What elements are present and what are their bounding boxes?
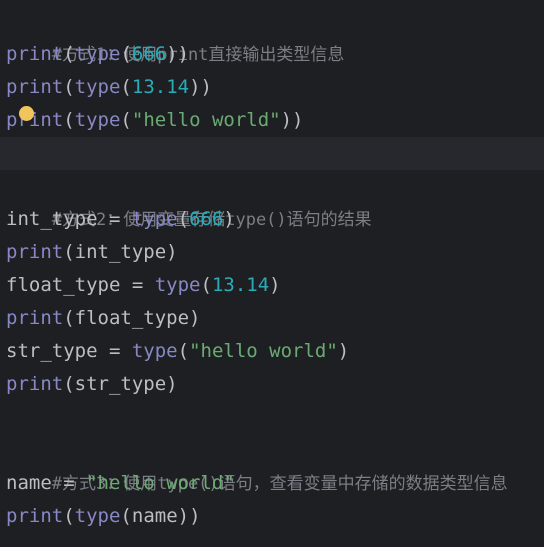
- open-paren: (: [120, 109, 132, 131]
- code-line-5-current[interactable]: [0, 137, 544, 170]
- close-paren: ): [189, 307, 201, 329]
- number-literal: 666: [189, 208, 224, 230]
- open-paren: (: [63, 43, 75, 65]
- open-paren: (: [177, 340, 190, 362]
- code-line-12[interactable]: print(str_type): [0, 368, 544, 401]
- code-line-11[interactable]: str_type = type("hello world"): [0, 335, 544, 368]
- open-paren: (: [63, 373, 75, 395]
- argument-name: name: [131, 505, 178, 527]
- string-literal: "hello world": [189, 340, 338, 362]
- open-paren: (: [63, 505, 75, 527]
- open-paren: (: [120, 43, 132, 65]
- open-paren: (: [63, 241, 75, 263]
- type-call: type: [74, 76, 121, 98]
- close-paren: ): [269, 274, 281, 296]
- variable-name: int_type: [6, 208, 98, 230]
- number-literal: 13.14: [131, 76, 190, 98]
- assign-operator: =: [97, 340, 132, 362]
- code-line-7[interactable]: int_type = type(666): [0, 203, 544, 236]
- assign-operator: =: [120, 274, 155, 296]
- type-call: type: [131, 208, 178, 230]
- code-line-4[interactable]: print(type("hello world")): [0, 104, 544, 137]
- close-paren: )): [166, 43, 190, 65]
- open-paren: (: [177, 208, 190, 230]
- code-line-13[interactable]: [0, 401, 544, 434]
- code-line-9[interactable]: float_type = type(13.14): [0, 269, 544, 302]
- code-line-8[interactable]: print(int_type): [0, 236, 544, 269]
- variable-name: float_type: [6, 274, 121, 296]
- code-line-15[interactable]: name = "hello world": [0, 467, 544, 500]
- open-paren: (: [120, 505, 132, 527]
- code-line-14[interactable]: #方式3：使用type()语句，查看变量中存储的数据类型信息: [0, 434, 544, 494]
- string-literal: "hello world": [131, 109, 281, 131]
- open-paren: (: [63, 76, 75, 98]
- variable-name: str_type: [6, 340, 98, 362]
- close-paren: ): [166, 373, 178, 395]
- open-paren: (: [63, 307, 75, 329]
- close-paren: ): [166, 241, 178, 263]
- argument-name: int_type: [74, 241, 167, 263]
- code-line-3[interactable]: print(type(13.14)): [0, 71, 544, 104]
- type-call: type: [131, 340, 178, 362]
- close-paren: )): [177, 505, 201, 527]
- code-line-1[interactable]: #方式1：使用print直接输出类型信息: [0, 5, 544, 65]
- open-paren: (: [63, 109, 75, 131]
- print-call: print: [6, 109, 64, 131]
- code-line-2[interactable]: print(type(666)): [0, 38, 544, 71]
- type-call: type: [74, 505, 121, 527]
- open-paren: (: [120, 76, 132, 98]
- print-call: print: [6, 76, 64, 98]
- number-literal: 13.14: [211, 274, 270, 296]
- print-call: print: [6, 373, 64, 395]
- close-paren: ): [223, 208, 235, 230]
- lightbulb-icon[interactable]: [19, 106, 34, 121]
- string-literal: "hello world": [86, 472, 235, 494]
- code-line-6[interactable]: #方式2：使用变量存储type()语句的结果: [0, 170, 544, 230]
- code-line-16[interactable]: print(type(name)): [0, 500, 544, 533]
- print-call: print: [6, 241, 64, 263]
- close-paren: )): [189, 76, 212, 98]
- variable-name: name: [6, 472, 52, 494]
- code-editor[interactable]: #方式1：使用print直接输出类型信息 print(type(666)) pr…: [0, 0, 544, 547]
- number-literal: 666: [131, 43, 167, 65]
- type-call: type: [154, 274, 201, 296]
- type-call: type: [74, 43, 121, 65]
- argument-name: str_type: [74, 373, 167, 395]
- close-paren: ): [337, 340, 350, 362]
- assign-operator: =: [51, 472, 87, 494]
- print-call: print: [6, 307, 64, 329]
- print-call: print: [6, 43, 64, 65]
- print-call: print: [6, 505, 64, 527]
- type-call: type: [74, 109, 121, 131]
- open-paren: (: [200, 274, 212, 296]
- argument-name: float_type: [74, 307, 190, 329]
- code-line-10[interactable]: print(float_type): [0, 302, 544, 335]
- close-paren: )): [280, 109, 304, 131]
- assign-operator: =: [97, 208, 132, 230]
